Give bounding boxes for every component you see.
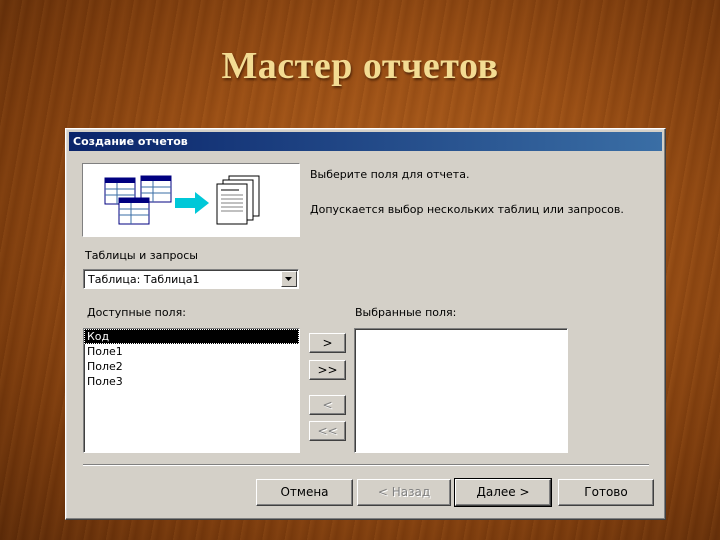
- selected-fields-label: Выбранные поля:: [355, 306, 457, 319]
- available-fields-list[interactable]: Код Поле1 Поле2 Поле3: [83, 328, 300, 453]
- table-grid-icon: [104, 175, 172, 225]
- next-button[interactable]: Далее >: [454, 478, 552, 507]
- hint-text: Допускается выбор нескольких таблиц или …: [310, 203, 624, 216]
- available-fields-label: Доступные поля:: [87, 306, 186, 319]
- add-field-button[interactable]: >: [309, 333, 346, 353]
- selected-fields-list[interactable]: [354, 328, 568, 453]
- report-pages-icon: [216, 175, 260, 225]
- tables-to-report-icon: [104, 175, 260, 225]
- arrow-right-icon: [175, 192, 209, 214]
- list-item[interactable]: Поле3: [84, 374, 299, 389]
- cancel-button[interactable]: Отмена: [256, 479, 353, 506]
- remove-all-fields-button[interactable]: <<: [309, 421, 346, 441]
- tables-queries-label: Таблицы и запросы: [85, 249, 198, 262]
- remove-field-button[interactable]: <: [309, 395, 346, 415]
- dropdown-button[interactable]: [281, 271, 297, 287]
- slide-title: Мастер отчетов: [221, 45, 499, 87]
- back-button[interactable]: < Назад: [357, 479, 451, 506]
- report-wizard-dialog: Создание отчетов Выберите поля для отчет…: [65, 128, 666, 520]
- footer-divider: [83, 464, 649, 466]
- tables-queries-combo[interactable]: Таблица: Таблица1: [83, 269, 299, 289]
- finish-button[interactable]: Готово: [558, 479, 654, 506]
- instruction-text: Выберите поля для отчета.: [310, 168, 470, 181]
- window-title: Создание отчетов: [69, 132, 662, 151]
- list-item[interactable]: Поле1: [84, 344, 299, 359]
- add-all-fields-button[interactable]: >>: [309, 360, 346, 380]
- chevron-down-icon: [285, 277, 292, 281]
- report-wizard-illustration: [82, 163, 300, 237]
- list-item[interactable]: Код: [84, 329, 299, 344]
- list-item[interactable]: Поле2: [84, 359, 299, 374]
- combo-value: Таблица: Таблица1: [88, 273, 200, 286]
